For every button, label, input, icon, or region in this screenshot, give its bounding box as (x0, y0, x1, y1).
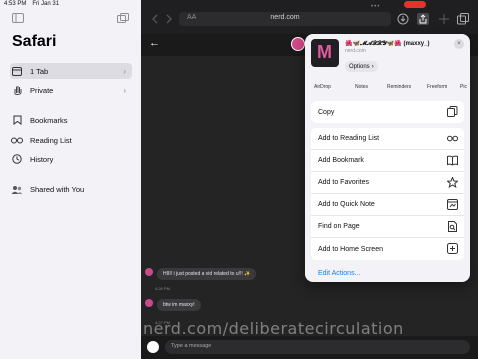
share-actions-group-2: Add to Reading List Add Bookmark Add to … (311, 128, 464, 260)
watermark: nerd.com/deliberatecirculation (143, 319, 404, 338)
people-icon (10, 185, 24, 194)
copy-icon (447, 106, 458, 117)
action-add-to-favorites[interactable]: Add to Favorites (311, 172, 464, 194)
sender-avatar (145, 268, 153, 276)
message-input[interactable]: Type a message (165, 340, 470, 354)
tabs-overview-icon[interactable] (457, 13, 469, 25)
message-time: 4:26 PM (155, 286, 170, 291)
action-label: Find on Page (318, 223, 360, 230)
add-square-icon (447, 243, 458, 254)
tabs-icon (10, 66, 24, 76)
quick-note-icon (447, 199, 458, 210)
sidebar-item-history[interactable]: History (10, 151, 132, 167)
sidebar-item-reading-list[interactable]: Reading List (10, 132, 132, 148)
message-bubble: HIII! i just posted a vid related to u!!… (157, 268, 257, 280)
address-bar[interactable]: AA nerd.com (179, 12, 391, 26)
action-add-to-home-screen[interactable]: Add to Home Screen (311, 238, 464, 260)
sidebar-item-label: Bookmarks (30, 115, 68, 125)
action-label: Add to Home Screen (318, 245, 383, 253)
forward-icon[interactable] (163, 13, 175, 25)
sidebar-item-tabs[interactable]: 1 Tab › (10, 63, 132, 79)
action-label: Add to Quick Note (318, 201, 375, 208)
share-thumbnail: M (311, 39, 339, 67)
edit-actions-link[interactable]: Edit Actions... (318, 270, 360, 277)
sidebar-item-label: History (30, 154, 54, 164)
message-bubble: btw im maxxy! (157, 299, 201, 311)
action-copy[interactable]: Copy (311, 101, 464, 123)
action-label: Copy (318, 108, 335, 116)
recording-indicator (404, 1, 426, 8)
share-sheet: M 🌺🦋𝓜𝓐𝓧𝓧𝓨🦋🌺 (maxxy_) nerd.com Options › … (305, 34, 470, 282)
sidebar-title: Safari (12, 33, 57, 50)
glasses-icon (10, 137, 24, 144)
clock-icon (10, 154, 24, 164)
web-profile-avatar[interactable] (291, 37, 305, 51)
action-find-on-page[interactable]: Find on Page (311, 216, 464, 238)
chevron-right-icon: › (123, 85, 126, 95)
glasses-icon (447, 135, 458, 142)
status-time: 4:53 PM (4, 1, 27, 7)
app-airdrop[interactable]: AirDrop (314, 84, 331, 90)
camera-icon[interactable] (147, 341, 159, 353)
app-freeform[interactable]: Freeform (427, 84, 447, 90)
options-button[interactable]: Options › (345, 61, 378, 72)
share-header: M 🌺🦋𝓜𝓐𝓧𝓧𝓨🦋🌺 (maxxy_) nerd.com Options › … (305, 34, 470, 80)
url-host: nerd.com (270, 14, 300, 21)
chevron-right-icon: › (123, 66, 126, 76)
share-title: 🌺🦋𝓜𝓐𝓧𝓧𝓨🦋🌺 (maxxy_) (345, 41, 430, 47)
options-label: Options (349, 63, 370, 70)
action-label: Add Bookmark (318, 157, 364, 164)
new-tab-icon[interactable] (438, 13, 450, 25)
chevron-right-icon: › (371, 63, 374, 70)
message-composer: Type a message (141, 336, 478, 359)
sender-avatar (145, 299, 153, 307)
sidebar-item-label: 1 Tab (30, 66, 49, 76)
bookmark-icon (10, 115, 24, 125)
sidebar-item-shared-with-you[interactable]: Shared with You (10, 181, 132, 197)
status-bar: 4:53 PM Fri Jan 31 (4, 1, 59, 7)
find-icon (448, 221, 457, 232)
web-back-arrow-icon[interactable]: ← (149, 37, 160, 49)
star-icon (447, 177, 458, 188)
download-icon[interactable] (397, 13, 409, 25)
action-add-to-quick-note[interactable]: Add to Quick Note (311, 194, 464, 216)
sidebar: 4:53 PM Fri Jan 31 Safari 1 Tab › Privat… (0, 0, 141, 359)
sidebar-toggle-icon[interactable] (12, 13, 24, 23)
chat-message: btw im maxxy! (145, 299, 201, 311)
multitasking-dots[interactable]: ••• (371, 4, 380, 10)
message-placeholder: Type a message (171, 343, 212, 349)
tab-overview-icon[interactable] (117, 13, 129, 23)
app-notes[interactable]: Notes (355, 84, 368, 90)
back-icon[interactable] (149, 13, 161, 25)
sidebar-item-label: Private (30, 85, 54, 95)
book-icon (447, 155, 458, 166)
action-label: Add to Favorites (318, 179, 369, 186)
sidebar-item-label: Shared with You (30, 184, 85, 194)
sidebar-item-private[interactable]: Private › (10, 82, 132, 98)
share-actions-group-1: Copy (311, 101, 464, 123)
share-subtitle: nerd.com (345, 48, 366, 54)
action-add-bookmark[interactable]: Add Bookmark (311, 150, 464, 172)
app-reminders[interactable]: Reminders (387, 84, 411, 90)
close-icon[interactable]: × (454, 39, 464, 49)
action-label: Add to Reading List (318, 135, 380, 142)
browser-toolbar: ••• AA nerd.com (141, 0, 478, 34)
share-icon[interactable] (417, 13, 429, 25)
app-more[interactable]: Pic (460, 84, 467, 90)
chat-message: HIII! i just posted a vid related to u!!… (145, 268, 257, 280)
action-add-to-reading-list[interactable]: Add to Reading List (311, 128, 464, 150)
share-apps-row: AirDrop Notes Reminders Freeform Pic (305, 81, 470, 95)
sidebar-item-bookmarks[interactable]: Bookmarks (10, 112, 132, 128)
screen: 4:53 PM Fri Jan 31 Safari 1 Tab › Privat… (0, 0, 478, 359)
sidebar-item-label: Reading List (30, 135, 72, 145)
hand-icon (10, 85, 24, 95)
status-date: Fri Jan 31 (32, 1, 60, 7)
